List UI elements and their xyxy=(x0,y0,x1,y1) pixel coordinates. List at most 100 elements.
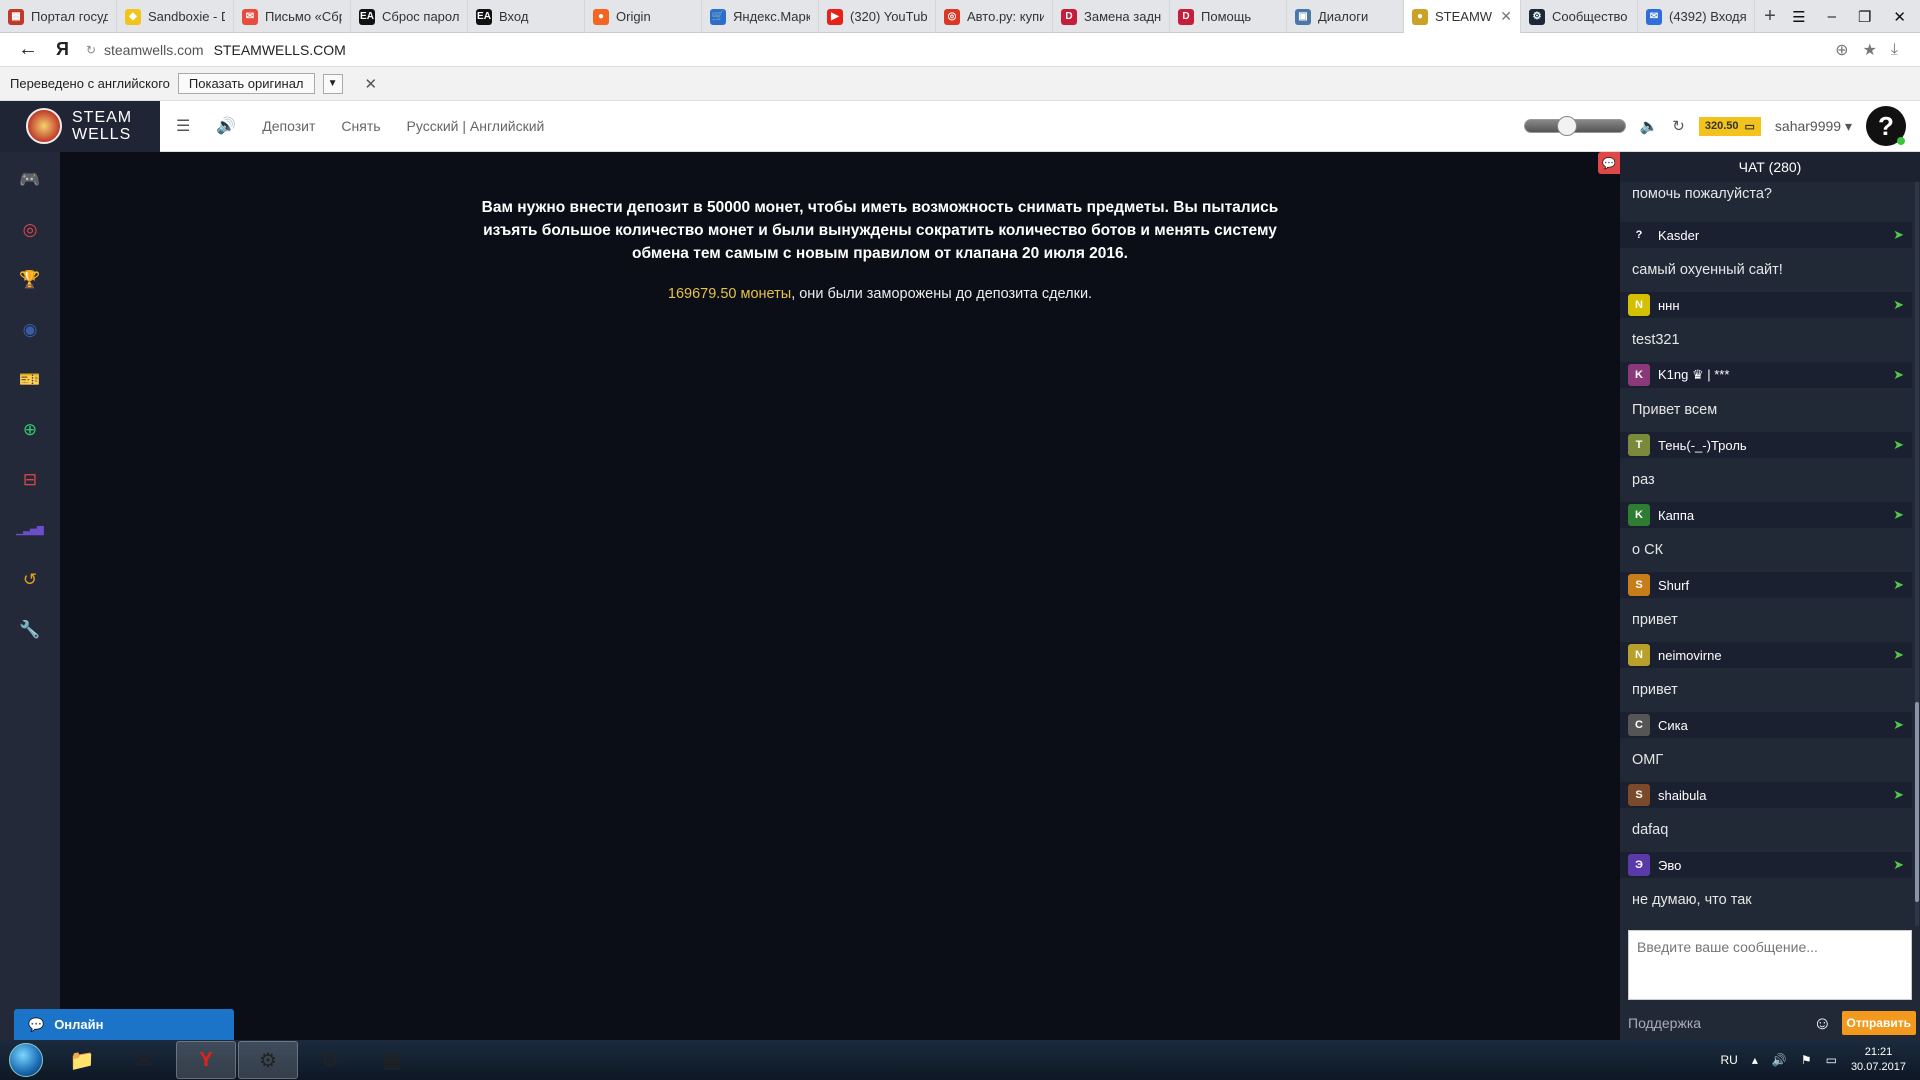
start-button[interactable] xyxy=(0,1040,52,1080)
paper-plane-icon[interactable]: ➤ xyxy=(1893,857,1904,873)
browser-tab[interactable]: D Помощь xyxy=(1170,0,1287,33)
user-avatar[interactable]: C xyxy=(1628,714,1650,736)
paper-plane-icon[interactable]: ➤ xyxy=(1893,507,1904,523)
sidebar-item-roulette[interactable]: ◎ xyxy=(17,216,43,244)
user-avatar[interactable]: S xyxy=(1628,784,1650,806)
restore-icon[interactable]: ❐ xyxy=(1858,8,1871,26)
taskbar-explorer[interactable]: 📁 xyxy=(52,1041,112,1079)
chat-username[interactable]: shaibula xyxy=(1658,788,1885,803)
paper-plane-icon[interactable]: ➤ xyxy=(1893,577,1904,593)
chat-scrollbar[interactable] xyxy=(1915,182,1919,926)
clock[interactable]: 21:21 30.07.2017 xyxy=(1851,1045,1906,1075)
sidebar-item-tickets[interactable]: 🎫 xyxy=(17,366,43,394)
nav-language-switch[interactable]: Русский | Английский xyxy=(407,118,545,134)
sidebar-item-deposit[interactable]: ⊕ xyxy=(17,416,43,444)
url-field[interactable]: steamwells.com STEAMWELLS.COM xyxy=(104,37,1835,63)
volume-slider[interactable] xyxy=(1523,116,1626,136)
browser-menu-icon[interactable]: ☰ xyxy=(1792,8,1805,26)
chat-username[interactable]: Kasder xyxy=(1658,228,1885,243)
chat-username[interactable]: Каппа xyxy=(1658,508,1885,523)
browser-tab[interactable]: ✉ Письмо «Сбр xyxy=(234,0,351,33)
chat-username[interactable]: Тень(-_-)Троль xyxy=(1658,438,1885,453)
send-button[interactable]: Отправить xyxy=(1841,1011,1916,1035)
user-menu[interactable]: sahar9999 ▾ xyxy=(1775,118,1852,135)
sidebar-item-games[interactable]: 🎮 xyxy=(17,166,43,194)
download-icon[interactable]: ⤓ xyxy=(1891,41,1898,59)
browser-tab[interactable]: EA Сброс парол xyxy=(351,0,468,33)
chat-username[interactable]: Сика xyxy=(1658,718,1885,733)
sidebar-item-stats[interactable]: ▁▃▅▇ xyxy=(16,516,44,544)
nav-withdraw-link[interactable]: Снять xyxy=(341,118,380,134)
new-tab-button[interactable]: + xyxy=(1755,0,1785,32)
user-avatar[interactable]: N xyxy=(1628,644,1650,666)
back-arrow-icon[interactable]: ← xyxy=(0,38,56,61)
chat-username[interactable]: Эво xyxy=(1658,858,1885,873)
browser-tab[interactable]: ▶ (320) YouTub xyxy=(819,0,936,33)
emoji-icon[interactable]: ☺ xyxy=(1813,1013,1831,1034)
support-link[interactable]: Поддержка xyxy=(1628,1015,1803,1031)
volume-icon[interactable]: 🔈 xyxy=(1640,117,1659,135)
browser-tab[interactable]: 🛒 Яндекс.Марк xyxy=(702,0,819,33)
sidebar-item-trophy[interactable]: 🏆 xyxy=(17,266,43,294)
translate-options-dropdown[interactable]: ▼ xyxy=(322,73,343,94)
sound-icon[interactable]: 🔊 xyxy=(216,116,236,136)
action-center-icon[interactable]: ▭ xyxy=(1826,1053,1837,1067)
chat-username[interactable]: ннн xyxy=(1658,298,1885,313)
taskbar-steam-2[interactable]: ⚙ xyxy=(300,1041,360,1079)
taskbar-steam[interactable]: ⚙ xyxy=(238,1041,298,1079)
paper-plane-icon[interactable]: ➤ xyxy=(1893,787,1904,803)
help-button[interactable]: ? xyxy=(1866,106,1906,146)
chat-scrollbar-thumb[interactable] xyxy=(1915,702,1919,902)
menu-list-icon[interactable]: ☰ xyxy=(176,116,190,136)
close-translation-icon[interactable]: ✕ xyxy=(365,75,378,93)
chat-message-input[interactable] xyxy=(1628,930,1912,1000)
browser-tab[interactable]: ✉ (4392) Входя xyxy=(1638,0,1755,33)
user-avatar[interactable]: K xyxy=(1628,504,1650,526)
speaker-icon[interactable]: 🔊 xyxy=(1772,1053,1787,1067)
reload-icon[interactable]: ↻ xyxy=(78,43,104,57)
user-avatar[interactable]: ? xyxy=(1628,224,1650,246)
volume-slider-knob[interactable] xyxy=(1556,116,1577,136)
sidebar-item-radar[interactable]: ◉ xyxy=(17,316,43,344)
browser-tab[interactable]: ◆ Sandboxie - D xyxy=(117,0,234,33)
browser-tab[interactable]: EA Вход xyxy=(468,0,585,33)
nav-deposit-link[interactable]: Депозит xyxy=(262,118,315,134)
minimize-icon[interactable]: – xyxy=(1828,8,1836,25)
paper-plane-icon[interactable]: ➤ xyxy=(1893,227,1904,243)
sidebar-item-withdraw[interactable]: ⊟ xyxy=(17,466,43,494)
bookmark-star-icon[interactable]: ★ xyxy=(1863,40,1877,60)
paper-plane-icon[interactable]: ➤ xyxy=(1893,297,1904,313)
browser-tab[interactable]: ⚙ Сообщество xyxy=(1521,0,1638,33)
tray-arrow-icon[interactable]: ▴ xyxy=(1752,1053,1758,1067)
user-avatar[interactable]: S xyxy=(1628,574,1650,596)
paper-plane-icon[interactable]: ➤ xyxy=(1893,717,1904,733)
translate-icon[interactable]: ⊕ xyxy=(1835,40,1848,60)
user-avatar[interactable]: N xyxy=(1628,294,1650,316)
user-avatar[interactable]: Э xyxy=(1628,854,1650,876)
paper-plane-icon[interactable]: ➤ xyxy=(1893,367,1904,383)
paper-plane-icon[interactable]: ➤ xyxy=(1893,437,1904,453)
show-original-button[interactable]: Показать оригинал xyxy=(177,73,315,94)
language-indicator[interactable]: RU xyxy=(1721,1053,1738,1067)
chat-username[interactable]: neimovirne xyxy=(1658,648,1885,663)
chat-message-list[interactable]: помочь пожалуйста? ? Kasder ➤ самый охуенны… xyxy=(1620,182,1912,926)
chat-toggle-button[interactable]: 💬 xyxy=(1598,152,1620,174)
chat-username[interactable]: K1ng ♛ | *** xyxy=(1658,367,1885,383)
browser-tab[interactable]: ▣ Диалоги xyxy=(1287,0,1404,33)
paper-plane-icon[interactable]: ➤ xyxy=(1893,647,1904,663)
user-avatar[interactable]: T xyxy=(1628,434,1650,456)
refresh-icon[interactable]: ↻ xyxy=(1672,117,1685,135)
online-widget[interactable]: 💬 Онлайн xyxy=(14,1009,234,1040)
browser-tab[interactable]: ● Origin xyxy=(585,0,702,33)
close-window-icon[interactable]: ✕ xyxy=(1893,8,1906,26)
network-icon[interactable]: ⚑ xyxy=(1801,1053,1812,1067)
sidebar-item-settings[interactable]: 🔧 xyxy=(17,616,43,644)
taskbar-yandex-browser[interactable]: Y xyxy=(176,1041,236,1079)
taskbar-calculator[interactable]: ▦ xyxy=(362,1041,422,1079)
yandex-logo-icon[interactable]: Я xyxy=(56,39,78,60)
browser-tab[interactable]: ● STEAMWE ✕ xyxy=(1404,0,1521,33)
taskbar-thunderbird[interactable]: ✉ xyxy=(114,1041,174,1079)
browser-tab[interactable]: D Замена задн xyxy=(1053,0,1170,33)
site-logo[interactable]: STEAM WELLS xyxy=(0,100,160,152)
chat-username[interactable]: Shurf xyxy=(1658,578,1885,593)
